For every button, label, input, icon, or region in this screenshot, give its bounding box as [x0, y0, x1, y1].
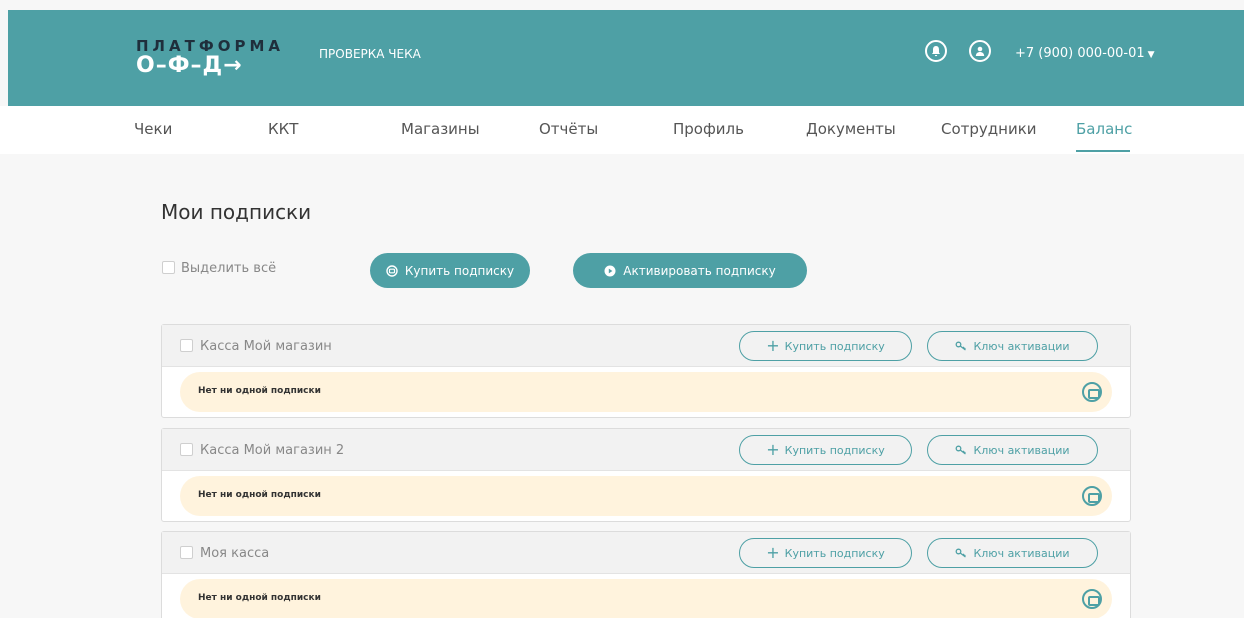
- checkbox[interactable]: [180, 442, 193, 456]
- card-header: Касса Мой магазин 2 + Купить подписку Клю…: [162, 429, 1130, 471]
- no-subscriptions-text: Нет ни одной подписки: [198, 490, 321, 500]
- no-subscriptions-row: Нет ни одной подписки: [180, 476, 1112, 516]
- register-name[interactable]: Касса Мой магазин 2: [180, 442, 345, 458]
- phone-number: +7 (900) 000-00-01: [1015, 46, 1145, 61]
- card-header: Моя касса + Купить подписку Ключ активаци…: [162, 532, 1130, 574]
- nav-item-employees[interactable]: Сотрудники: [941, 120, 1037, 138]
- buy-subscription-button[interactable]: Купить подписку: [370, 253, 530, 288]
- page-title: Мои подписки: [161, 200, 312, 224]
- plus-icon: +: [766, 440, 780, 459]
- nav-item-reports[interactable]: Отчёты: [539, 120, 598, 138]
- activation-key-button[interactable]: Ключ активации: [927, 435, 1098, 465]
- logo[interactable]: ПЛАТФОРМА О–Ф–Д→: [136, 38, 284, 78]
- logo-top-text: ПЛАТФОРМА: [136, 37, 285, 55]
- no-subscriptions-row: Нет ни одной подписки: [180, 372, 1112, 412]
- register-name[interactable]: Моя касса: [180, 545, 270, 561]
- no-subscriptions-text: Нет ни одной подписки: [198, 386, 321, 396]
- activation-key-label: Ключ активации: [973, 339, 1070, 353]
- card-header: Касса Мой магазин + Купить подписку Ключ …: [162, 325, 1130, 367]
- activation-key-label: Ключ активации: [973, 443, 1070, 457]
- wallet-icon[interactable]: [1082, 486, 1102, 506]
- wallet-icon: [386, 264, 398, 277]
- activation-key-button[interactable]: Ключ активации: [927, 331, 1098, 361]
- register-card: Касса Мой магазин 2 + Купить подписку Клю…: [161, 428, 1131, 522]
- user-icon[interactable]: [969, 40, 991, 62]
- nav-item-balance[interactable]: Баланс: [1076, 120, 1132, 138]
- chevron-down-icon: ▼: [1147, 50, 1155, 60]
- nav-item-profile[interactable]: Профиль: [673, 120, 744, 138]
- checkbox[interactable]: [180, 545, 193, 559]
- plus-icon: +: [766, 543, 780, 562]
- buy-subscription-label: Купить подписку: [404, 263, 515, 278]
- play-circle-icon: [604, 265, 616, 276]
- register-name[interactable]: Касса Мой магазин: [180, 338, 332, 354]
- nav-item-receipts[interactable]: Чеки: [134, 120, 172, 138]
- activate-subscription-label: Активировать подписку: [623, 263, 776, 278]
- checkbox[interactable]: [180, 338, 193, 352]
- plus-icon: +: [766, 336, 780, 355]
- logo-bottom-text: О–Ф–Д→: [136, 53, 243, 78]
- register-card: Моя касса + Купить подписку Ключ активаци…: [161, 531, 1131, 618]
- key-icon: [956, 548, 967, 558]
- register-name-label: Касса Мой магазин 2: [200, 443, 345, 458]
- key-icon: [956, 341, 967, 351]
- register-card: Касса Мой магазин + Купить подписку Ключ …: [161, 324, 1131, 418]
- checkbox[interactable]: [162, 260, 175, 274]
- card-buy-subscription-button[interactable]: + Купить подписку: [739, 538, 912, 568]
- card-buy-label: Купить подписку: [784, 546, 885, 560]
- card-buy-subscription-button[interactable]: + Купить подписку: [739, 435, 912, 465]
- key-icon: [956, 445, 967, 455]
- phone-menu[interactable]: +7 (900) 000-00-01 ▼: [1015, 46, 1155, 61]
- wallet-icon[interactable]: [1082, 382, 1102, 402]
- select-all-label: Выделить всё: [181, 261, 277, 276]
- no-subscriptions-row: Нет ни одной подписки: [180, 579, 1112, 618]
- activation-key-label: Ключ активации: [973, 546, 1070, 560]
- register-name-label: Касса Мой магазин: [200, 339, 332, 354]
- page: ПЛАТФОРМА О–Ф–Д→ ПРОВЕРКА ЧЕКА +7 (900) …: [0, 0, 1244, 618]
- bell-icon[interactable]: [925, 40, 947, 62]
- main-nav: Чеки ККТ Магазины Отчёты Профиль Докумен…: [0, 106, 1244, 154]
- card-buy-subscription-button[interactable]: + Купить подписку: [739, 331, 912, 361]
- card-buy-label: Купить подписку: [784, 339, 885, 353]
- wallet-icon[interactable]: [1082, 589, 1102, 609]
- register-name-label: Моя касса: [200, 546, 270, 561]
- check-receipt-link[interactable]: ПРОВЕРКА ЧЕКА: [319, 47, 421, 61]
- card-buy-label: Купить подписку: [784, 443, 885, 457]
- no-subscriptions-text: Нет ни одной подписки: [198, 593, 321, 603]
- active-tab-indicator: [1076, 150, 1130, 152]
- header: ПЛАТФОРМА О–Ф–Д→ ПРОВЕРКА ЧЕКА +7 (900) …: [8, 10, 1244, 106]
- nav-item-documents[interactable]: Документы: [806, 120, 896, 138]
- activate-subscription-button[interactable]: Активировать подписку: [573, 253, 807, 288]
- select-all-checkbox[interactable]: Выделить всё: [162, 260, 277, 276]
- activation-key-button[interactable]: Ключ активации: [927, 538, 1098, 568]
- nav-item-kkt[interactable]: ККТ: [268, 120, 298, 138]
- nav-item-stores[interactable]: Магазины: [401, 120, 480, 138]
